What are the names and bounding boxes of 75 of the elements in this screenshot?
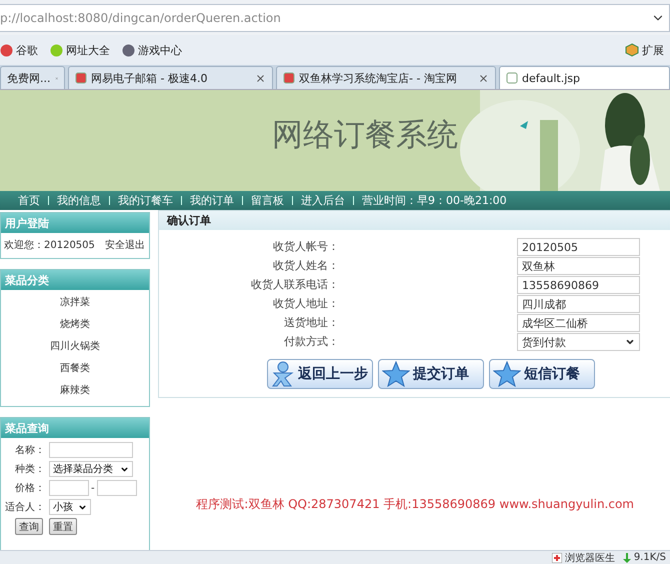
form-button[interactable]: 查询 [15, 518, 43, 535]
star-icon [493, 361, 521, 387]
panel-title: 用户登陆 [1, 213, 149, 233]
footer-text: 程序测试:双鱼林 QQ:287307421 手机:13558690869 www.shuangyulin.com [196, 496, 634, 512]
close-icon[interactable] [255, 72, 266, 84]
page-icon [506, 72, 518, 84]
bookmark-link[interactable]: 网址大全 [50, 42, 110, 58]
min-price-field[interactable] [49, 480, 89, 496]
nav-link[interactable]: 首页 [18, 193, 40, 208]
category-select[interactable]: 选择菜品分类 [49, 461, 133, 477]
nav-link[interactable]: 我的信息 [57, 193, 101, 208]
bookmark-icon [50, 44, 63, 56]
category-link[interactable]: 麻辣类 [60, 384, 90, 398]
field-label: 名称： [14, 444, 45, 457]
category-link[interactable]: 烧烤类 [60, 318, 90, 332]
bookmark-link[interactable]: 谷歌 [0, 42, 38, 58]
category-link[interactable]: 西餐类 [60, 362, 90, 376]
field-label: 种类： [14, 462, 45, 476]
cube-icon [625, 43, 639, 57]
browser-tab[interactable]: 双鱼林学习系统淘宝店- - 淘宝网 [276, 66, 496, 89]
first-aid-icon [552, 552, 562, 562]
browser-doctor-button[interactable]: 浏览器医生 [552, 550, 615, 564]
welcome-text: 欢迎您：20120505 [4, 238, 95, 252]
person-icon [271, 361, 295, 387]
opening-hours: 营业时间：早9：00-晚21:00 [362, 193, 507, 208]
action-button[interactable]: 短信订餐 [489, 359, 595, 389]
bookmark-icon [122, 44, 135, 56]
field-label: 收货人联系电话： [250, 277, 339, 293]
panel-title: 菜品分类 [1, 270, 149, 290]
dropdown-icon [120, 464, 129, 474]
category-link[interactable]: 四川火锅类 [50, 340, 100, 354]
bookmark-icon [0, 44, 13, 56]
browser-tab[interactable]: 免费网... [0, 66, 65, 89]
form-button[interactable]: 重置 [49, 518, 77, 535]
page-icon [75, 72, 87, 84]
page-icon [283, 72, 295, 84]
range-dash: - [91, 482, 95, 494]
max-price-field[interactable] [96, 480, 137, 496]
field-label: 收货人姓名： [272, 258, 339, 274]
dropdown-icon [625, 337, 635, 347]
nav-link[interactable]: 留言板 [251, 193, 284, 208]
payment-select[interactable]: 货到付款 [517, 333, 640, 351]
close-icon[interactable] [478, 72, 489, 84]
field-label: 价格： [14, 482, 45, 495]
field-label: 送货地址： [283, 315, 339, 331]
extensions-button[interactable]: 扩展 [625, 42, 664, 58]
bookmark-link[interactable]: 游戏中心 [122, 42, 182, 58]
text-field[interactable]: 13558690869 [517, 276, 640, 294]
text-field[interactable]: 成华区二仙桥 [517, 314, 640, 332]
nav-link[interactable]: 我的订餐车 [118, 193, 173, 208]
download-speed: 9.1K/S [622, 552, 666, 563]
site-title: 网络订餐系统 [272, 116, 458, 154]
panel-title: 菜品查询 [1, 418, 149, 438]
field-label: 适合人： [4, 500, 45, 514]
text-field[interactable]: 20120505 [517, 238, 640, 256]
browser-tab[interactable]: default.jsp [499, 66, 670, 89]
text-field[interactable]: 四川成都 [517, 295, 640, 313]
text-field[interactable]: 双鱼林 [517, 257, 640, 275]
logout-link[interactable]: 安全退出 [105, 238, 145, 252]
panel-title: 确认订单 [159, 211, 670, 230]
action-button[interactable]: 返回上一步 [267, 359, 373, 389]
person-select[interactable]: 小孩 [49, 499, 91, 515]
star-icon [382, 361, 410, 387]
field-label: 收货人地址： [272, 296, 339, 312]
action-button[interactable]: 提交订单 [378, 359, 484, 389]
address-field[interactable]: p://localhost:8080/dingcan/orderQueren.action [0, 4, 670, 32]
dropdown-icon [78, 502, 87, 512]
down-arrow-icon [622, 552, 631, 562]
nav-link[interactable]: 进入后台 [301, 193, 345, 208]
field-label: 付款方式： [283, 334, 339, 350]
category-link[interactable]: 凉拌菜 [60, 296, 90, 310]
field-label: 收货人帐号： [272, 239, 339, 255]
nav-link[interactable]: 我的订单 [190, 193, 234, 208]
name-field[interactable] [49, 442, 133, 458]
browser-tab[interactable]: 网易电子邮箱 - 极速4.0 [68, 66, 273, 89]
